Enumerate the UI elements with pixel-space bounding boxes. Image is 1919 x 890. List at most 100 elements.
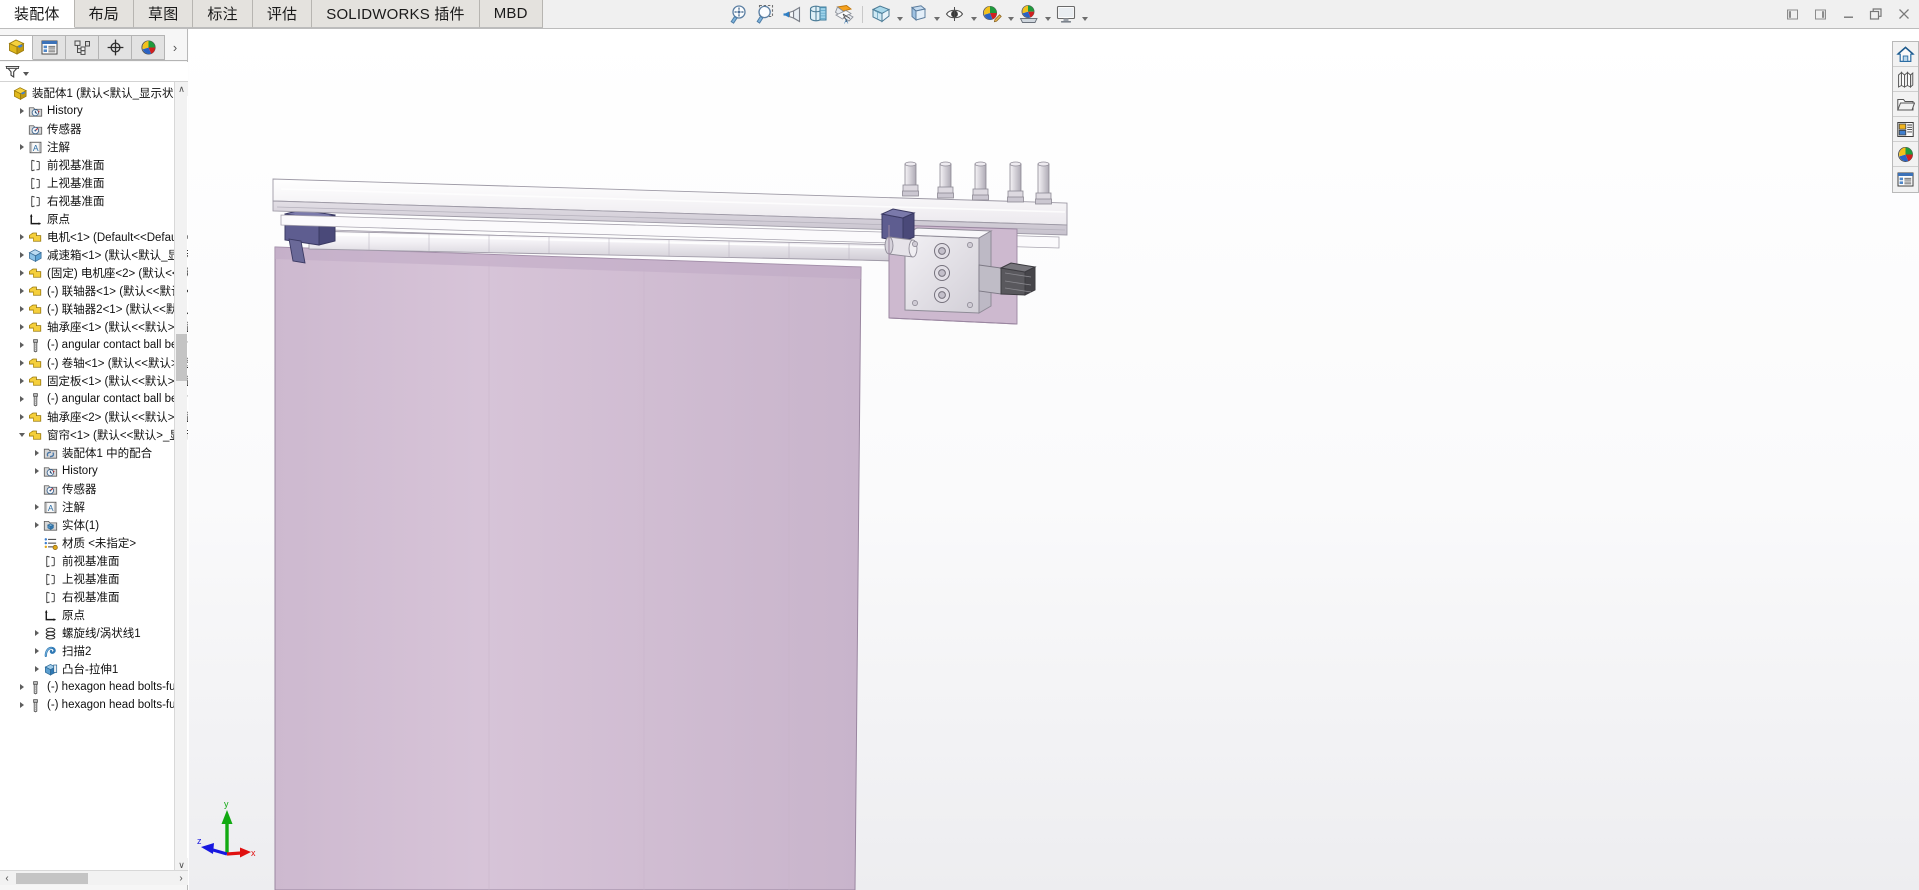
- tree-expand-toggle[interactable]: [17, 372, 27, 390]
- scroll-up-arrow[interactable]: ∧: [175, 82, 188, 96]
- expand-tabs-arrow[interactable]: ›: [165, 35, 185, 60]
- tree-item[interactable]: 上视基准面: [0, 174, 188, 192]
- apply-scene-icon[interactable]: [1017, 2, 1041, 26]
- tree-item[interactable]: 上视基准面: [0, 570, 188, 588]
- tree-expand-toggle[interactable]: [17, 390, 27, 408]
- scroll-right-arrow[interactable]: ›: [174, 873, 188, 884]
- configuration-manager-tab[interactable]: [66, 35, 99, 60]
- tree-item[interactable]: 原点: [0, 210, 188, 228]
- tree-item[interactable]: 轴承座<2> (默认<<默认>_显: [0, 408, 188, 426]
- restore-left-icon[interactable]: [1779, 2, 1805, 26]
- zoom-to-fit-icon[interactable]: [728, 2, 752, 26]
- tree-expand-toggle[interactable]: [17, 354, 27, 372]
- feature-tree-tab[interactable]: [0, 35, 33, 60]
- previous-view-icon[interactable]: [780, 2, 804, 26]
- tree-item[interactable]: (固定) 电机座<2> (默认<<默认: [0, 264, 188, 282]
- tree-expand-toggle[interactable]: [17, 678, 27, 696]
- tree-expand-toggle[interactable]: [17, 282, 27, 300]
- tree-item[interactable]: 装配体1 中的配合: [0, 444, 188, 462]
- tab-assembly[interactable]: 装配体: [0, 0, 75, 28]
- tree-expand-toggle[interactable]: [32, 660, 42, 678]
- tree-expand-toggle[interactable]: [17, 138, 27, 156]
- tree-expand-toggle[interactable]: [17, 426, 27, 444]
- feature-tree-filter-row[interactable]: [0, 62, 188, 82]
- tree-expand-toggle[interactable]: [17, 102, 27, 120]
- zoom-to-area-icon[interactable]: [754, 2, 778, 26]
- viewport-layout-icon[interactable]: [1054, 2, 1078, 26]
- graphics-viewport[interactable]: y z x: [189, 29, 1919, 890]
- tab-mbd[interactable]: MBD: [479, 0, 543, 28]
- tree-expand-toggle[interactable]: [32, 444, 42, 462]
- tree-item[interactable]: 右视基准面: [0, 588, 188, 606]
- tree-expand-toggle[interactable]: [17, 300, 27, 318]
- tab-layout[interactable]: 布局: [74, 0, 135, 28]
- view-orientation-icon[interactable]: A: [832, 2, 856, 26]
- tree-expand-toggle[interactable]: [32, 516, 42, 534]
- tree-item[interactable]: 装配体1 (默认<默认_显示状态-1>: [0, 84, 188, 102]
- tab-markup[interactable]: 标注: [193, 0, 253, 28]
- display-style-icon[interactable]: [869, 2, 893, 26]
- tree-item[interactable]: (-) hexagon head bolts-full t: [0, 696, 188, 714]
- hide-show-items-icon[interactable]: [906, 2, 930, 26]
- sw-resources-icon[interactable]: [1893, 42, 1918, 67]
- file-explorer-icon[interactable]: [1893, 92, 1918, 117]
- close-icon[interactable]: [1891, 2, 1917, 26]
- dimxpert-manager-tab[interactable]: [99, 35, 132, 60]
- restore-right-icon[interactable]: [1807, 2, 1833, 26]
- tree-item[interactable]: 前视基准面: [0, 552, 188, 570]
- tree-item[interactable]: (-) hexagon head bolts-full t: [0, 678, 188, 696]
- tree-item[interactable]: 轴承座<1> (默认<<默认>_显: [0, 318, 188, 336]
- tree-item[interactable]: (-) angular contact ball bear: [0, 336, 188, 354]
- tree-item[interactable]: (-) angular contact ball bear: [0, 390, 188, 408]
- viewport-layout-dropdown-arrow[interactable]: [1080, 2, 1089, 26]
- restore-window-icon[interactable]: [1863, 2, 1889, 26]
- tab-sketch[interactable]: 草图: [134, 0, 194, 28]
- tree-item[interactable]: 原点: [0, 606, 188, 624]
- scroll-left-arrow[interactable]: ‹: [0, 873, 14, 884]
- tree-item[interactable]: 扫描2: [0, 642, 188, 660]
- appearances-scenes-icon[interactable]: [1893, 142, 1918, 167]
- edit-appearance-icon[interactable]: [980, 2, 1004, 26]
- tree-item[interactable]: 固定板<1> (默认<<默认>_显: [0, 372, 188, 390]
- scroll-thumb-vertical[interactable]: [176, 334, 187, 381]
- tree-item[interactable]: 减速箱<1> (默认<默认_显示状: [0, 246, 188, 264]
- view-settings-icon[interactable]: [943, 2, 967, 26]
- property-manager-tab[interactable]: [33, 35, 66, 60]
- display-style-dropdown-arrow[interactable]: [895, 2, 904, 26]
- tree-item[interactable]: 传感器: [0, 120, 188, 138]
- tree-item[interactable]: 实体(1): [0, 516, 188, 534]
- tab-solidworks-addins[interactable]: SOLIDWORKS 插件: [312, 0, 480, 28]
- tree-expand-toggle[interactable]: [17, 246, 27, 264]
- tree-item[interactable]: 螺旋线/涡状线1: [0, 624, 188, 642]
- tree-item[interactable]: A 注解: [0, 498, 188, 516]
- tree-item[interactable]: 电机<1> (Default<<Default>: [0, 228, 188, 246]
- tree-expand-toggle[interactable]: [17, 228, 27, 246]
- tree-vertical-scrollbar[interactable]: ∧ ∨: [174, 82, 188, 872]
- tree-expand-toggle[interactable]: [17, 264, 27, 282]
- tab-evaluate[interactable]: 评估: [252, 0, 313, 28]
- tree-expand-toggle[interactable]: [17, 318, 27, 336]
- tree-item[interactable]: 传感器: [0, 480, 188, 498]
- feature-tree-container[interactable]: 装配体1 (默认<默认_显示状态-1> History 传感器 A 注解 前视基准面 上视基…: [0, 82, 188, 872]
- filter-dropdown-arrow[interactable]: [23, 72, 29, 76]
- tree-expand-toggle[interactable]: [17, 696, 27, 714]
- design-library-icon[interactable]: [1893, 67, 1918, 92]
- tree-expand-toggle[interactable]: [17, 408, 27, 426]
- tree-expand-toggle[interactable]: [32, 642, 42, 660]
- tree-item[interactable]: (-) 联轴器2<1> (默认<<默认: [0, 300, 188, 318]
- tree-expand-toggle[interactable]: [32, 624, 42, 642]
- minimize-icon[interactable]: [1835, 2, 1861, 26]
- view-settings-dropdown-arrow[interactable]: [969, 2, 978, 26]
- edit-appearance-dropdown-arrow[interactable]: [1006, 2, 1015, 26]
- tree-item[interactable]: 凸台-拉伸1: [0, 660, 188, 678]
- tree-item[interactable]: History: [0, 102, 188, 120]
- tree-item[interactable]: 前视基准面: [0, 156, 188, 174]
- tree-item[interactable]: A 注解: [0, 138, 188, 156]
- tree-horizontal-scrollbar[interactable]: ‹ ›: [0, 870, 188, 885]
- apply-scene-dropdown-arrow[interactable]: [1043, 2, 1052, 26]
- tree-expand-toggle[interactable]: [17, 336, 27, 354]
- tree-item[interactable]: (-) 联轴器<1> (默认<<默认>: [0, 282, 188, 300]
- tree-expand-toggle[interactable]: [32, 462, 42, 480]
- display-manager-tab[interactable]: [132, 35, 165, 60]
- tree-item[interactable]: History: [0, 462, 188, 480]
